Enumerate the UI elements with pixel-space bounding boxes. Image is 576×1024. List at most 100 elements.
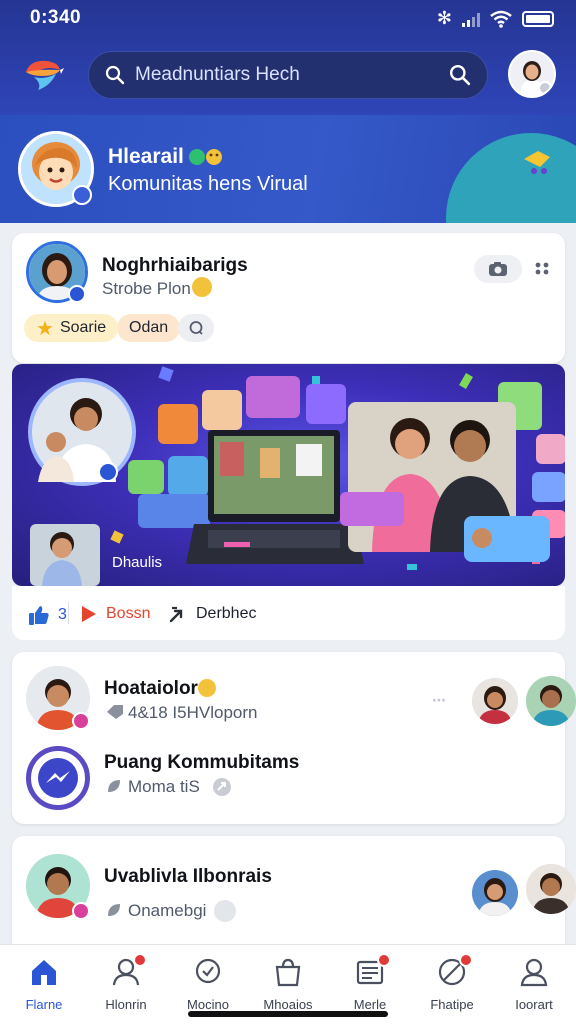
tab-label: Fhatipe: [430, 997, 474, 1012]
banner-subtitle: Komunitas hens Virual: [108, 173, 308, 195]
play-icon: [82, 606, 96, 622]
chip-label: Odan: [129, 319, 169, 336]
tab-profile[interactable]: Ioorart: [494, 957, 574, 1012]
action-divider: [68, 602, 69, 624]
smile-emoji-icon: [198, 679, 216, 697]
bag-icon: [275, 958, 301, 987]
member-photo: [472, 870, 518, 916]
list-item-meta: Moma tiS: [128, 777, 200, 796]
online-badge: [72, 902, 90, 920]
post-meta: Strobe Plon: [102, 279, 191, 298]
like-count: 3: [58, 606, 67, 623]
notification-dot: [459, 953, 473, 967]
member-avatar[interactable]: [526, 864, 576, 914]
emoji-icon: [189, 149, 222, 165]
tab-label: Flarne: [25, 997, 63, 1012]
search-submit-icon[interactable]: [449, 64, 471, 86]
battery-icon: [522, 10, 554, 27]
post-author-name[interactable]: Noghrhiaibarigs: [102, 255, 248, 277]
messenger-icon: [38, 758, 78, 798]
banner-title: Hlearail: [108, 145, 184, 168]
search-query[interactable]: Meadnuntiars Hech: [135, 64, 449, 86]
messenger-avatar[interactable]: [26, 746, 90, 810]
tab-label: Mocino: [187, 997, 229, 1012]
online-badge: [72, 712, 90, 730]
post-actions: 3 Bossn Derbhec: [12, 586, 565, 640]
post-card: Noghrhiaibarigs Strobe Plon ★ Soarie Oda…: [12, 233, 565, 363]
tab-home[interactable]: Flarne: [4, 957, 84, 1012]
status-icons: ✻: [437, 8, 554, 29]
signal-icon: [462, 11, 480, 27]
more-options-icon[interactable]: [534, 261, 550, 275]
chip-soarie[interactable]: ★ Soarie: [24, 314, 119, 342]
home-indicator[interactable]: [188, 1011, 388, 1017]
list-item-meta: Onamebgi: [128, 901, 207, 920]
notification-dot: [377, 953, 391, 967]
like-button[interactable]: 3: [28, 604, 67, 626]
reaction-icon[interactable]: [214, 900, 236, 922]
search-icon: [105, 65, 125, 85]
tab-chat[interactable]: Mocino: [168, 957, 248, 1012]
status-time: 0:340: [30, 7, 82, 28]
notification-dot: [133, 953, 147, 967]
tab-store[interactable]: Mhoaios: [248, 957, 328, 1012]
app-logo-icon[interactable]: [20, 52, 66, 98]
comment-chip[interactable]: [178, 314, 214, 342]
profile-avatar[interactable]: [508, 50, 556, 98]
list-item-name[interactable]: Puang Kommubitams: [104, 752, 299, 774]
member-avatar[interactable]: [472, 678, 518, 724]
list-item-name[interactable]: Uvablivla Ilbonrais: [104, 866, 272, 888]
repost-button[interactable]: Derbhec: [168, 604, 256, 624]
grin-emoji-icon: [192, 277, 212, 297]
camera-button[interactable]: [474, 255, 522, 283]
community-banner[interactable]: Hlearail Komunitas hens Virual: [0, 115, 576, 223]
chat-icon: [195, 958, 221, 984]
tab-label: Hlonrin: [105, 997, 147, 1012]
member-photo: [472, 678, 518, 724]
member-avatar[interactable]: [472, 870, 518, 916]
star-icon: ★: [36, 317, 54, 340]
tab-label: Mhoaios: [263, 997, 313, 1012]
list-item-name[interactable]: Hoataiolor: [104, 678, 198, 700]
community-list-card: Uvablivla Ilbonrais Onamebgi: [12, 836, 576, 956]
comment-icon: [189, 321, 203, 335]
tab-notifications[interactable]: Fhatipe: [412, 953, 492, 1012]
tab-friends[interactable]: Hlonrin: [86, 953, 166, 1012]
post-image[interactable]: Dhaulis: [12, 364, 565, 586]
verified-badge: [68, 285, 86, 303]
wifi-icon: [490, 10, 512, 28]
search-bar[interactable]: Meadnuntiars Hech: [88, 51, 488, 99]
banner-decoration: [446, 133, 576, 223]
play-button[interactable]: Bossn: [80, 604, 150, 624]
image-caption: Dhaulis: [112, 554, 163, 571]
list-item-meta: 4&18 I5HVloporn: [128, 703, 258, 722]
tag-icon: [107, 705, 123, 719]
chip-label: Soarie: [59, 319, 107, 336]
shapes-icon: [524, 151, 550, 174]
share-arrow-icon[interactable]: [212, 777, 232, 797]
member-photo: [526, 864, 576, 914]
tab-label: Ioorart: [515, 997, 553, 1012]
app-header: 0:340 ✻ Meadnuntiars Hech: [0, 0, 576, 115]
leaf-icon: [108, 780, 120, 792]
thumbs-up-icon: [29, 606, 49, 625]
banner-badge: [72, 185, 92, 205]
member-photo: [526, 676, 576, 726]
tab-label: Merle: [353, 997, 387, 1012]
profile-avatar-image: [510, 52, 554, 96]
community-list-card: Hoataiolor 4&18 I5HVloporn ⋯ Puang Kommu…: [12, 652, 576, 824]
repost-icon: [169, 606, 183, 623]
more-icon[interactable]: ⋯: [432, 692, 446, 709]
video-call-illustration: [28, 366, 565, 586]
tab-news[interactable]: Merle: [330, 953, 410, 1012]
chip-odan[interactable]: Odan: [117, 314, 181, 342]
bluetooth-icon: ✻: [436, 8, 452, 28]
play-label: Bossn: [106, 605, 151, 622]
repost-label: Derbhec: [196, 605, 257, 622]
profile-icon: [520, 958, 548, 987]
status-bar: 0:340 ✻: [0, 0, 576, 36]
member-avatar[interactable]: [526, 676, 576, 726]
leaf-icon: [108, 904, 120, 916]
home-icon: [32, 960, 56, 985]
camera-icon: [489, 262, 507, 276]
